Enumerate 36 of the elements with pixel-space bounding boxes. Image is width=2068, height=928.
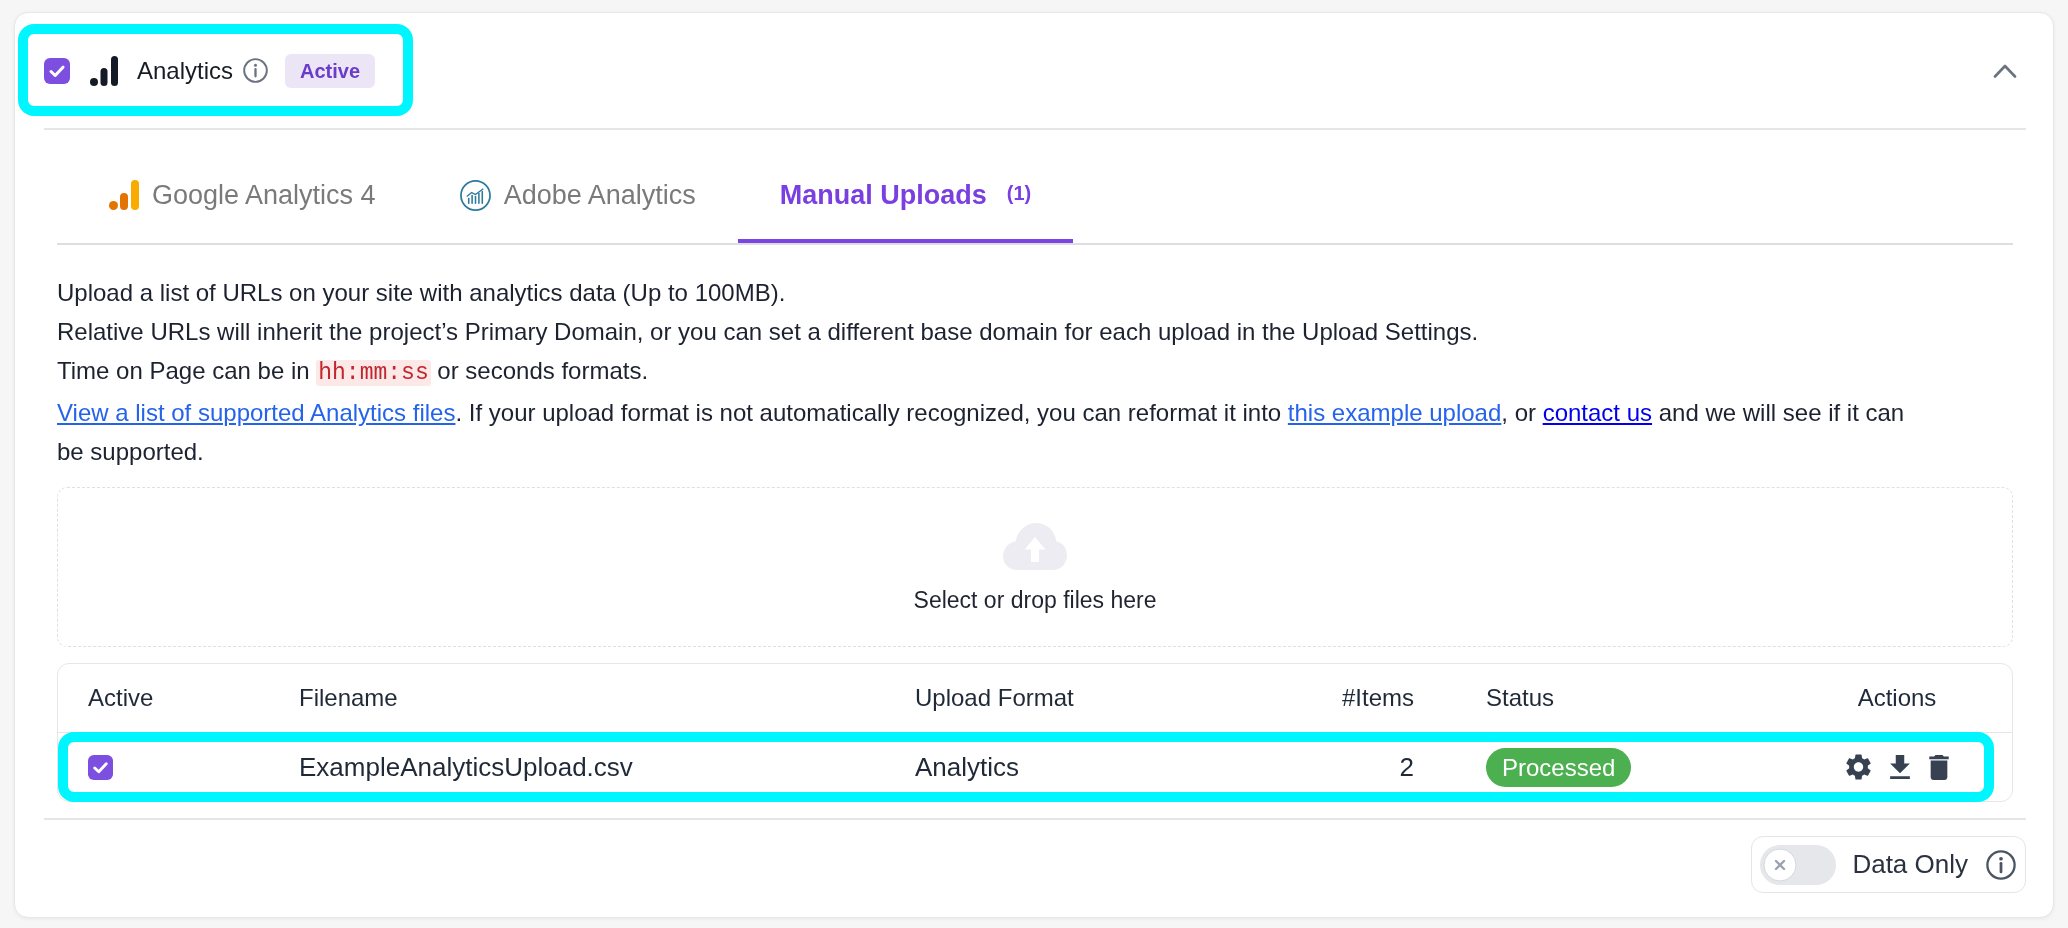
section-title: Analytics (137, 56, 234, 85)
status-badge: Processed (1486, 747, 1632, 787)
column-header: Actions (1857, 684, 1937, 711)
description-text: Upload a list of URLs on your site with analytics data (Up to 100MB). (57, 278, 787, 308)
toggle-switch[interactable] (1760, 844, 1837, 885)
toggle-label: Data Only (1852, 849, 1968, 880)
description-text: Relative URLs will inherit the project’s Primary Domain, or you can set a different base domain for each upload in the Upload Settings. (57, 317, 1480, 347)
chevron-up-icon[interactable] (1993, 63, 2017, 78)
inline-code: hh:mm:ss (316, 360, 431, 386)
checkbox[interactable] (88, 754, 113, 780)
table-cell: 2 (1399, 751, 1414, 783)
description-text: View a list of supported Analytics files. If your upload format is not automatically recognized, you can reformat it into this example upload, or contact us and we will see if it can be supported. (57, 398, 1906, 467)
checkbox[interactable] (44, 57, 70, 84)
file-drop-zone[interactable]: Select or drop files here (57, 487, 2013, 647)
download-icon[interactable] (1889, 755, 1910, 779)
info-icon[interactable] (1986, 849, 2016, 880)
column-header: Active (88, 684, 154, 711)
tab[interactable]: Adobe Analytics (417, 147, 738, 243)
column-header: Status (1486, 684, 1555, 711)
bar-chart-icon (90, 55, 118, 86)
status-badge: Active (285, 53, 376, 88)
text-link[interactable]: View a list of supported Analytics files (57, 399, 456, 426)
column-header: Filename (299, 684, 398, 711)
text-link[interactable]: contact us (1542, 399, 1653, 426)
bar-chart-icon (109, 180, 139, 210)
settings-icon[interactable] (1845, 754, 1871, 780)
trash-icon[interactable] (1928, 754, 1949, 780)
info-icon[interactable] (243, 58, 269, 83)
tab[interactable]: Google Analytics 4 (67, 147, 418, 243)
column-header: #Items (1341, 684, 1414, 711)
column-header: Upload Format (915, 684, 1074, 711)
description-text: Time on Page can be in hh:mm:ss or seconds formats. (57, 356, 650, 388)
circle-chart-icon (459, 179, 491, 211)
table-cell-text: ExampleAnalyticsUpload.csv (299, 751, 634, 783)
text-link[interactable]: this example upload (1287, 399, 1502, 426)
table-cell-text: Analytics (915, 751, 1021, 783)
